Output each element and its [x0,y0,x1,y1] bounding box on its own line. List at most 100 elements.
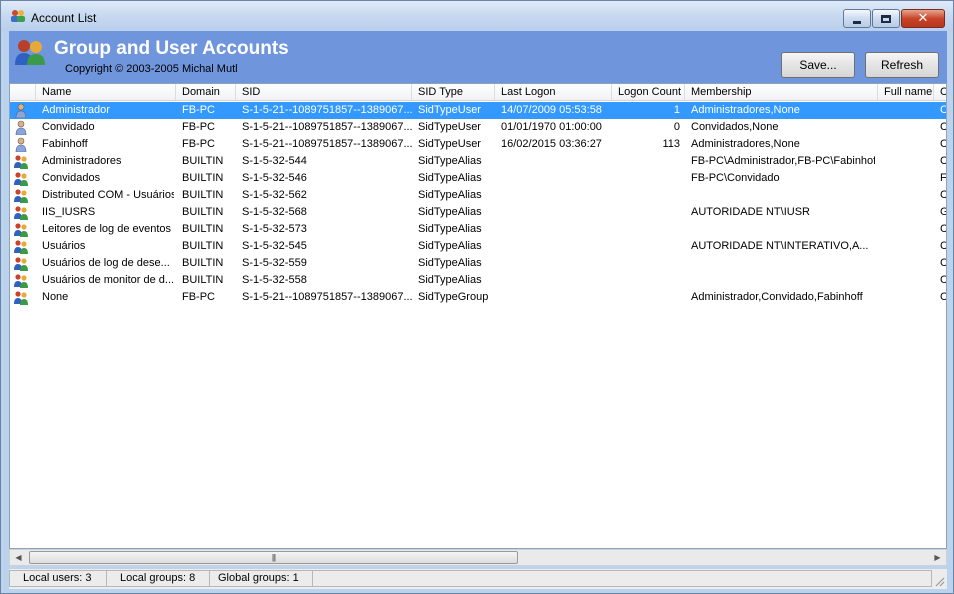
cell-sid: S-1-5-32-545 [242,240,307,252]
cell-full-name [884,119,932,136]
cell-membership: AUTORIDADE NT\INTERATIVO,A... [691,240,869,252]
cell-c: C [940,153,946,170]
cell-logon-count: 0 [673,121,680,133]
cell-sid: S-1-5-32-573 [242,223,307,235]
cell-logon-count [614,289,680,306]
save-button[interactable]: Save... [781,52,855,78]
close-button[interactable]: ✕ [901,9,945,28]
cell-domain: BUILTIN [182,189,224,201]
cell-full-name [884,221,932,238]
cell-sid: S-1-5-32-546 [242,172,307,184]
cell-c: C [940,255,946,272]
cell-membership: FB-PC\Administrador,FB-PC\Fabinhoff [691,155,875,167]
cell-last-logon: 14/07/2009 05:53:58 [501,104,602,116]
cell-name: Administradores [42,155,122,167]
refresh-button[interactable]: Refresh [865,52,939,78]
table-row[interactable]: Leitores de log de eventos BUILTIN S-1-5-3… [10,221,946,238]
cell-sid-type: SidTypeAlias [418,206,482,218]
cell-last-logon [501,255,613,272]
cell-membership: Administrador,Convidado,Fabinhoff [691,291,863,303]
resize-grip-icon[interactable] [933,575,945,587]
table-row[interactable]: Administrador FB-PC S-1-5-21--1089751857--… [10,102,946,119]
table-row[interactable]: Usuários de monitor de d... BUILTIN S-1-5-… [10,272,946,289]
cell-sid-type: SidTypeAlias [418,189,482,201]
table-row[interactable]: Fabinhoff FB-PC S-1-5-21--1089751857--1389… [10,136,946,153]
group-icon [14,206,28,220]
cell-domain: BUILTIN [182,155,224,167]
scroll-right-icon[interactable]: ▶ [929,550,946,565]
copyright-text: Copyright © 2003-2005 Michal Mutl [65,63,238,75]
cell-c: C [940,289,946,306]
column-header-sid-type[interactable]: SID Type [412,84,495,101]
cell-sid: S-1-5-32-544 [242,155,307,167]
cell-logon-count [614,255,680,272]
cell-sid: S-1-5-21--1089751857--1389067... [242,291,412,303]
cell-domain: FB-PC [182,291,215,303]
cell-name: Usuários de monitor de d... [42,274,174,286]
column-header-full-name[interactable]: Full name [878,84,934,101]
list-header: Name Domain SID SID Type Last Logon Logo… [10,84,946,101]
cell-membership [691,187,875,204]
group-icon [14,291,28,305]
table-row[interactable]: Administradores BUILTIN S-1-5-32-544 SidTyp… [10,153,946,170]
cell-full-name [884,187,932,204]
table-row[interactable]: Distributed COM - Usuários BUILTIN S-1-5-3… [10,187,946,204]
column-header-c[interactable]: C [934,84,946,101]
cell-logon-count [614,221,680,238]
cell-logon-count [614,187,680,204]
cell-membership [691,221,875,238]
cell-sid-type: SidTypeAlias [418,172,482,184]
cell-c: F [940,172,947,184]
cell-full-name [884,170,932,187]
cell-domain: BUILTIN [182,274,224,286]
cell-domain: BUILTIN [182,206,224,218]
cell-full-name [884,255,932,272]
table-row[interactable]: Convidado FB-PC S-1-5-21--1089751857--1389… [10,119,946,136]
cell-last-logon: 01/01/1970 01:00:00 [501,121,602,133]
cell-logon-count: 1 [673,104,680,116]
horizontal-scrollbar[interactable]: ◀ ||| ▶ [9,549,947,566]
cell-membership [691,255,875,272]
cell-sid: S-1-5-21--1089751857--1389067... [242,121,412,133]
cell-domain: BUILTIN [182,223,224,235]
minimize-button[interactable] [843,9,871,28]
table-row[interactable]: Usuários de log de dese... BUILTIN S-1-5-3… [10,255,946,272]
column-header-icon[interactable] [10,84,36,101]
user-icon [15,103,27,118]
cell-full-name [884,136,932,153]
cell-sid: S-1-5-21--1089751857--1389067... [242,104,412,116]
cell-name: Convidados [42,172,101,184]
title-bar[interactable]: Account List ✕ [1,1,953,31]
cell-domain: FB-PC [182,104,215,116]
table-row[interactable]: None FB-PC S-1-5-21--1089751857--1389067..… [10,289,946,306]
close-icon: ✕ [917,11,929,26]
scroll-left-icon[interactable]: ◀ [10,550,27,565]
column-header-name[interactable]: Name [36,84,176,101]
cell-sid-type: SidTypeUser [418,104,481,116]
cell-sid-type: SidTypeAlias [418,223,482,235]
scrollbar-thumb[interactable]: ||| [29,551,518,564]
cell-full-name [884,153,932,170]
column-header-last-logon[interactable]: Last Logon [495,84,612,101]
maximize-button[interactable] [872,9,900,28]
account-list-window: Account List ✕ Group and User Accounts C… [0,0,954,594]
status-local-groups: Local groups: 8 [106,570,210,587]
column-header-sid[interactable]: SID [236,84,412,101]
column-header-membership[interactable]: Membership [685,84,878,101]
cell-sid-type: SidTypeGroup [418,291,489,303]
cell-domain: BUILTIN [182,240,224,252]
table-row[interactable]: Convidados BUILTIN S-1-5-32-546 SidTypeAlia… [10,170,946,187]
cell-membership: FB-PC\Convidado [691,172,780,184]
cell-c: C [940,119,946,136]
status-empty-panel [312,570,932,587]
column-header-domain[interactable]: Domain [176,84,236,101]
cell-membership [691,272,875,289]
cell-last-logon [501,238,613,255]
cell-logon-count [614,153,680,170]
cell-logon-count: 113 [662,138,680,150]
table-row[interactable]: Usuários BUILTIN S-1-5-32-545 SidTypeAlias A… [10,238,946,255]
accounts-list[interactable]: Name Domain SID SID Type Last Logon Logo… [9,83,947,549]
cell-logon-count [614,272,680,289]
column-header-logon-count[interactable]: Logon Count [612,84,685,101]
table-row[interactable]: IIS_IUSRS BUILTIN S-1-5-32-568 SidTypeAlias… [10,204,946,221]
